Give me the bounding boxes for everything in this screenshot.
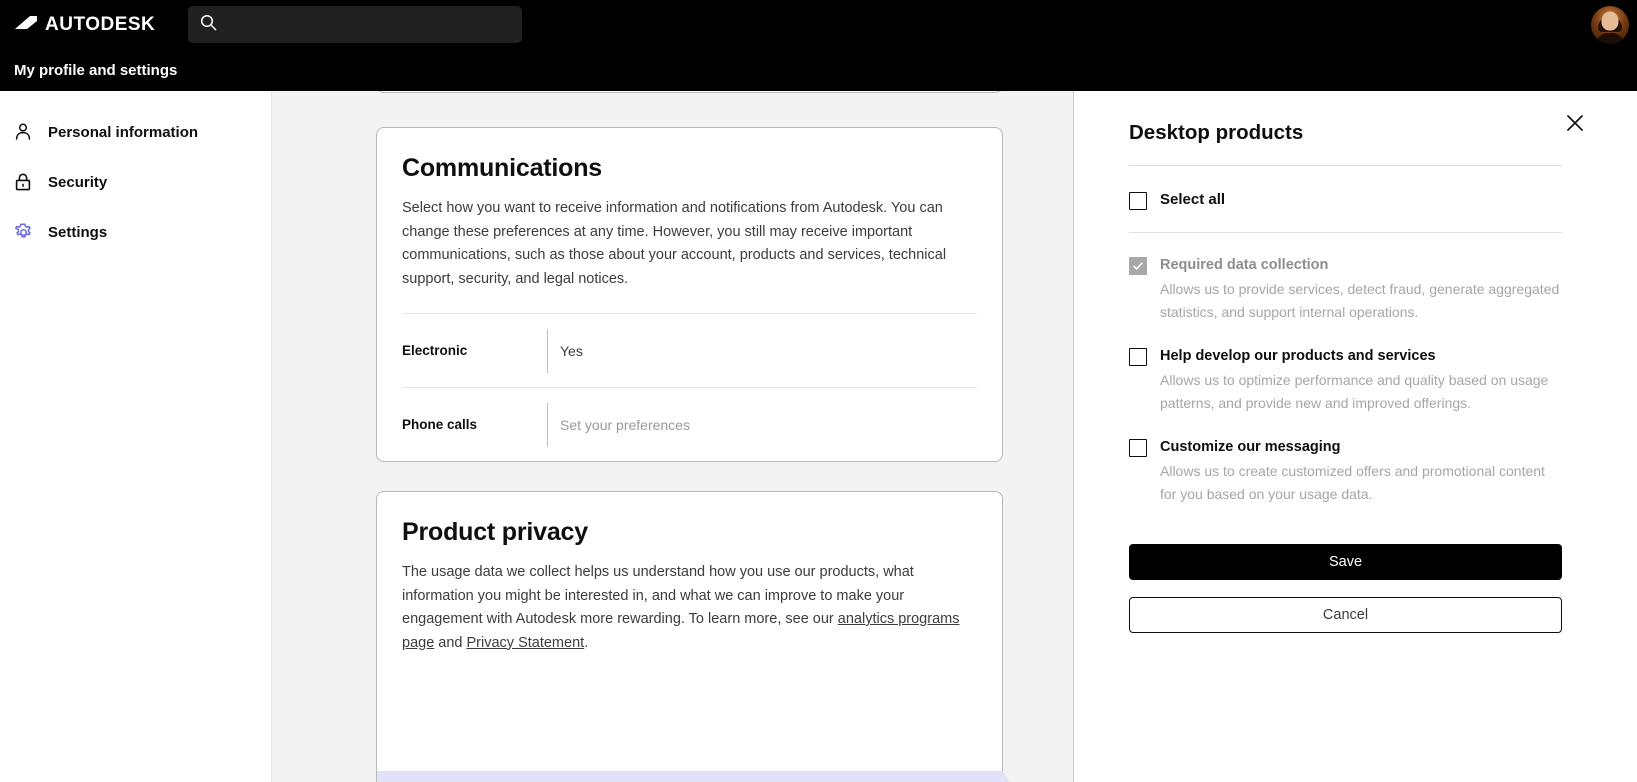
option-description: Allows us to optimize performance and qu… [1160,372,1549,411]
desktop-products-row[interactable]: Desktop products [377,771,1003,782]
checkbox-checked-disabled-icon [1129,257,1147,275]
sidebar-item-personal-information[interactable]: Personal information [0,107,271,157]
sidebar-item-label: Settings [48,223,108,241]
privacy-text-part3: . [584,634,589,651]
search-input[interactable] [217,16,522,33]
option-title: Help develop our products and services [1160,348,1436,364]
save-button[interactable]: Save [1129,544,1562,580]
page-title: My profile and settings [14,62,178,79]
avatar-face [1601,11,1619,31]
pref-label: Electronic [402,343,468,358]
select-all-checkbox-row[interactable]: Select all [1129,190,1562,210]
product-privacy-title: Product privacy [402,518,588,546]
sidebar: Personal information Security Settings [0,91,272,782]
communications-description: Select how you want to receive informati… [402,200,947,287]
option-required-data-collection: Required data collection Allows us to pr… [1129,255,1562,324]
cancel-button[interactable]: Cancel [1129,597,1562,633]
option-title: Required data collection [1160,257,1329,273]
option-customize-messaging[interactable]: Customize our messaging Allows us to cre… [1129,437,1562,506]
product-privacy-description: The usage data we collect helps us under… [402,561,977,655]
checkbox-unchecked-icon[interactable] [1129,348,1147,366]
table-row[interactable]: Phone calls Set your preferences [402,387,977,461]
autodesk-logo-icon [14,15,38,35]
panel-title: Desktop products [1129,121,1304,144]
panel-header: Desktop products [1129,121,1562,145]
option-title: Customize our messaging [1160,439,1341,455]
panel-actions: Save Cancel [1129,544,1562,633]
checkbox-unchecked-icon[interactable] [1129,192,1147,210]
table-row[interactable]: Electronic Yes [402,313,977,387]
pref-label: Phone calls [402,417,478,432]
sidebar-item-label: Security [48,173,108,191]
autodesk-logo[interactable]: AUTODESK [14,14,155,36]
sidebar-item-settings[interactable]: Settings [0,207,271,257]
avatar-body [1596,33,1624,44]
row-pointer-arrow [1003,771,1025,782]
top-header-bar: AUTODESK [0,0,1637,50]
option-description: Allows us to provide services, detect fr… [1160,281,1560,320]
avatar[interactable] [1591,6,1629,44]
option-description: Allows us to create customized offers an… [1160,463,1545,502]
close-icon[interactable] [1562,110,1588,136]
person-icon [8,122,38,142]
panel-divider-2 [1129,232,1562,233]
search-box[interactable] [188,6,522,43]
sidebar-item-label: Personal information [48,123,199,141]
communications-title: Communications [402,154,602,182]
search-icon [200,14,217,36]
lock-icon [8,172,38,192]
privacy-text-part2: and [434,634,467,651]
communications-card: Communications Select how you want to re… [376,127,1003,462]
autodesk-logo-text: AUTODESK [45,14,156,35]
card-partial-above [376,91,1003,93]
sub-header-bar: My profile and settings [0,50,1637,91]
desktop-products-panel: Desktop products Select all Required dat… [1073,91,1637,782]
select-all-label: Select all [1160,191,1226,208]
privacy-statement-link[interactable]: Privacy Statement [467,635,585,651]
option-help-develop-products[interactable]: Help develop our products and services A… [1129,346,1562,415]
gear-icon [8,222,38,243]
product-privacy-card: Product privacy The usage data we collec… [376,491,1003,782]
pref-value: Set your preferences [547,402,977,447]
pref-value: Yes [547,328,977,373]
panel-divider [1129,165,1562,166]
checkbox-unchecked-icon[interactable] [1129,439,1147,457]
sidebar-item-security[interactable]: Security [0,157,271,207]
